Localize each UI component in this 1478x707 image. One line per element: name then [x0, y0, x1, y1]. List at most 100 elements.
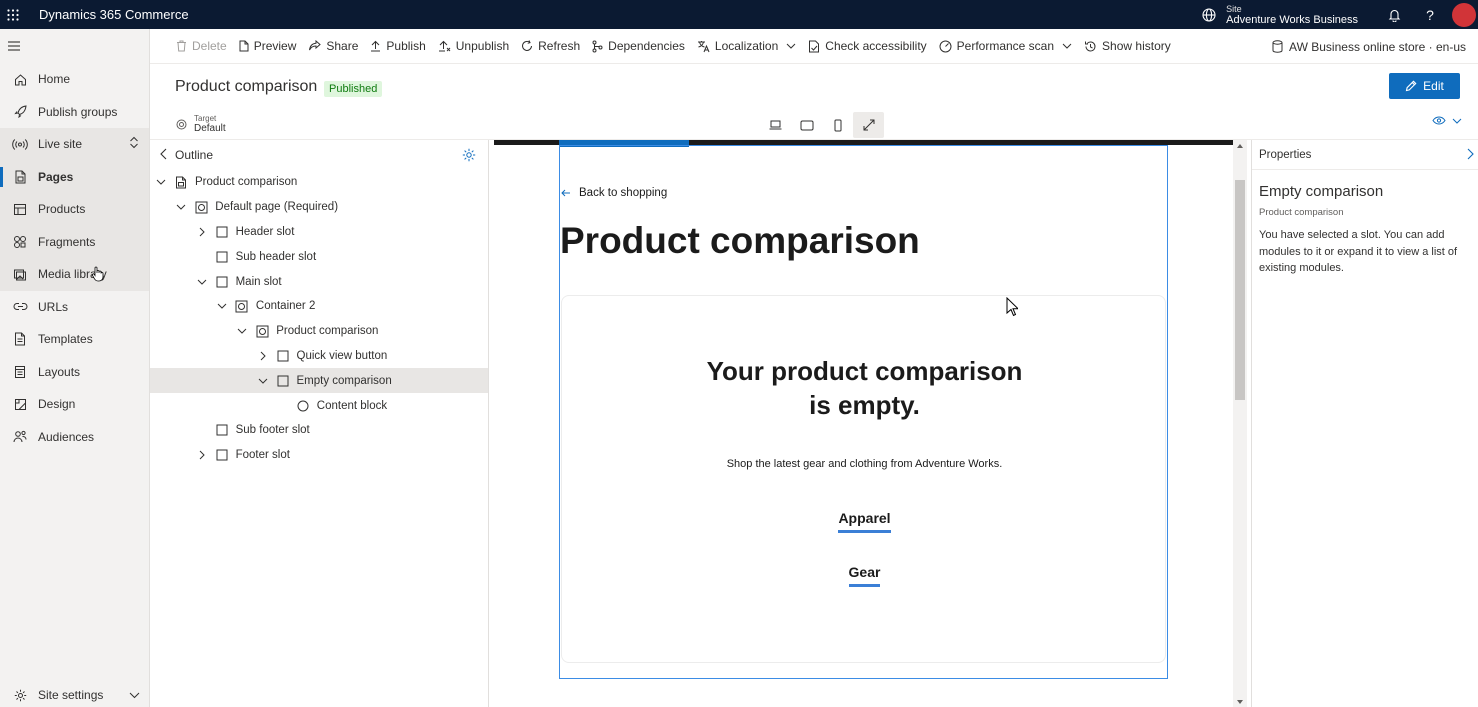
outline-tree-item[interactable]: Container 2	[150, 294, 488, 319]
outline-tree-item[interactable]: Empty comparison	[150, 368, 488, 394]
app-title: Dynamics 365 Commerce	[39, 7, 189, 22]
hamburger-icon[interactable]	[0, 29, 149, 63]
refresh-button[interactable]: Refresh	[515, 29, 586, 64]
chevron-right-icon[interactable]	[256, 351, 270, 361]
unpublish-button[interactable]: Unpublish	[432, 29, 515, 64]
chevron-down-icon[interactable]	[195, 279, 209, 285]
preview-button[interactable]: Preview	[233, 29, 303, 64]
nav-item-label: Live site	[38, 137, 83, 152]
help-icon[interactable]: ?	[1412, 0, 1448, 29]
scroll-down-icon[interactable]	[1236, 699, 1244, 705]
chevron-down-icon[interactable]	[174, 204, 188, 210]
bell-icon[interactable]	[1376, 0, 1412, 29]
outline-tree-item[interactable]: Footer slot	[150, 443, 488, 468]
empty-title-line2: is empty.	[809, 390, 920, 420]
check-accessibility-button[interactable]: Check accessibility	[802, 29, 932, 64]
nav-item-label: Home	[38, 72, 71, 87]
nav-item-publish-groups[interactable]: Publish groups	[0, 96, 149, 129]
outline-tree-item[interactable]: Content block	[150, 393, 488, 418]
publish-label: Publish	[386, 39, 426, 53]
gear-link[interactable]: Gear	[562, 564, 1167, 587]
localization-label: Localization	[714, 39, 779, 53]
module-icon	[255, 325, 269, 338]
nav-item-design[interactable]: Design	[0, 388, 149, 421]
outline-item-label: Footer slot	[235, 449, 290, 462]
nav-item-label: Audiences	[38, 429, 95, 444]
product-icon	[6, 203, 34, 216]
outline-tree-item[interactable]: Header slot	[150, 220, 488, 245]
nav-item-live-site[interactable]: Live site	[0, 128, 149, 161]
chevron-updown-icon	[129, 136, 139, 152]
share-button[interactable]: Share	[302, 29, 364, 64]
nav-item-label: Fragments	[38, 234, 96, 249]
avatar[interactable]	[1452, 2, 1476, 27]
slot-icon	[215, 424, 229, 436]
gear-icon[interactable]	[462, 148, 476, 165]
nav-item-fragments[interactable]: Fragments	[0, 225, 149, 258]
nav-item-site-settings[interactable]: Site settings	[0, 683, 150, 707]
chevron-down-icon[interactable]	[235, 328, 249, 334]
share-label: Share	[326, 39, 359, 53]
database-icon	[1272, 40, 1283, 53]
nav-item-home[interactable]: Home	[0, 63, 149, 96]
store-label: AW Business online store · en-us	[1289, 39, 1466, 54]
visibility-toggle[interactable]	[1432, 116, 1462, 125]
outline-tree-item[interactable]: Default page (Required)	[150, 195, 488, 220]
gear-link-label: Gear	[848, 564, 881, 587]
outline-tree-item[interactable]: Sub footer slot	[150, 418, 488, 443]
back-to-shopping-link[interactable]: Back to shopping	[561, 187, 667, 199]
target-selector[interactable]: Target Default	[176, 114, 226, 134]
status-badge: Published	[324, 81, 383, 97]
edit-button[interactable]: Edit	[1389, 73, 1460, 99]
unpublish-icon	[438, 40, 451, 52]
chevron-down-icon[interactable]	[215, 303, 229, 310]
scroll-up-icon[interactable]	[1236, 143, 1244, 149]
outline-item-label: Quick view button	[296, 349, 388, 362]
outline-tree-item[interactable]: Main slot	[150, 269, 488, 294]
publish-button[interactable]: Publish	[364, 29, 431, 64]
outline-tree-item[interactable]: Product comparison	[150, 170, 488, 195]
canvas-scrollbar[interactable]	[1233, 140, 1247, 707]
scroll-thumb[interactable]	[1235, 180, 1245, 400]
chevron-right-icon[interactable]	[195, 227, 209, 237]
chevron-right-icon[interactable]	[195, 450, 209, 460]
nav-item-urls[interactable]: URLs	[0, 291, 149, 324]
chevron-right-icon[interactable]	[1467, 148, 1474, 163]
empty-comparison-card[interactable]: Your product comparison is empty. Shop t…	[561, 295, 1166, 663]
outline-item-label: Main slot	[235, 275, 282, 288]
localization-button[interactable]: Localization	[691, 29, 802, 64]
site-label: Site	[1226, 3, 1242, 14]
waffle-icon[interactable]	[0, 0, 26, 29]
tablet-view-button[interactable]	[791, 112, 822, 138]
chevron-down-icon[interactable]	[154, 179, 168, 186]
chevron-down-icon[interactable]	[256, 378, 270, 384]
full-screen-button[interactable]	[853, 112, 884, 138]
outline-tree-item[interactable]: Product comparison	[150, 319, 488, 344]
nav-item-pages[interactable]: Pages	[0, 160, 149, 193]
site-selector[interactable]: Site Adventure Works Business	[1202, 4, 1358, 26]
nav-item-templates[interactable]: Templates	[0, 323, 149, 356]
dependencies-button[interactable]: Dependencies	[586, 29, 691, 64]
nav-item-products[interactable]: Products	[0, 193, 149, 226]
show-history-button[interactable]: Show history	[1078, 29, 1177, 64]
outline-item-label: Content block	[316, 399, 388, 412]
outline-item-label: Default page (Required)	[215, 201, 339, 214]
nav-item-media-library[interactable]: Media library	[0, 258, 149, 291]
globe-icon	[1202, 7, 1216, 22]
apparel-link[interactable]: Apparel	[562, 510, 1167, 533]
delete-button[interactable]: Delete	[170, 29, 233, 64]
empty-title-line1: Your product comparison	[706, 356, 1023, 386]
nav-item-audiences[interactable]: Audiences	[0, 421, 149, 454]
laptop-view-button[interactable]	[760, 112, 791, 138]
store-selector[interactable]: AW Business online store · en-us	[1272, 29, 1466, 64]
arrow-left-icon	[561, 189, 570, 197]
mobile-view-button[interactable]	[822, 112, 853, 138]
performance-scan-button[interactable]: Performance scan	[933, 29, 1078, 64]
page-icon	[174, 176, 188, 189]
chevron-left-icon[interactable]	[160, 148, 167, 163]
outline-tree-item[interactable]: Sub header slot	[150, 244, 488, 269]
target-value: Default	[194, 123, 226, 134]
outline-tree-item[interactable]: Quick view button	[150, 344, 488, 369]
nav-item-layouts[interactable]: Layouts	[0, 356, 149, 389]
properties-header-label: Properties	[1259, 148, 1312, 161]
